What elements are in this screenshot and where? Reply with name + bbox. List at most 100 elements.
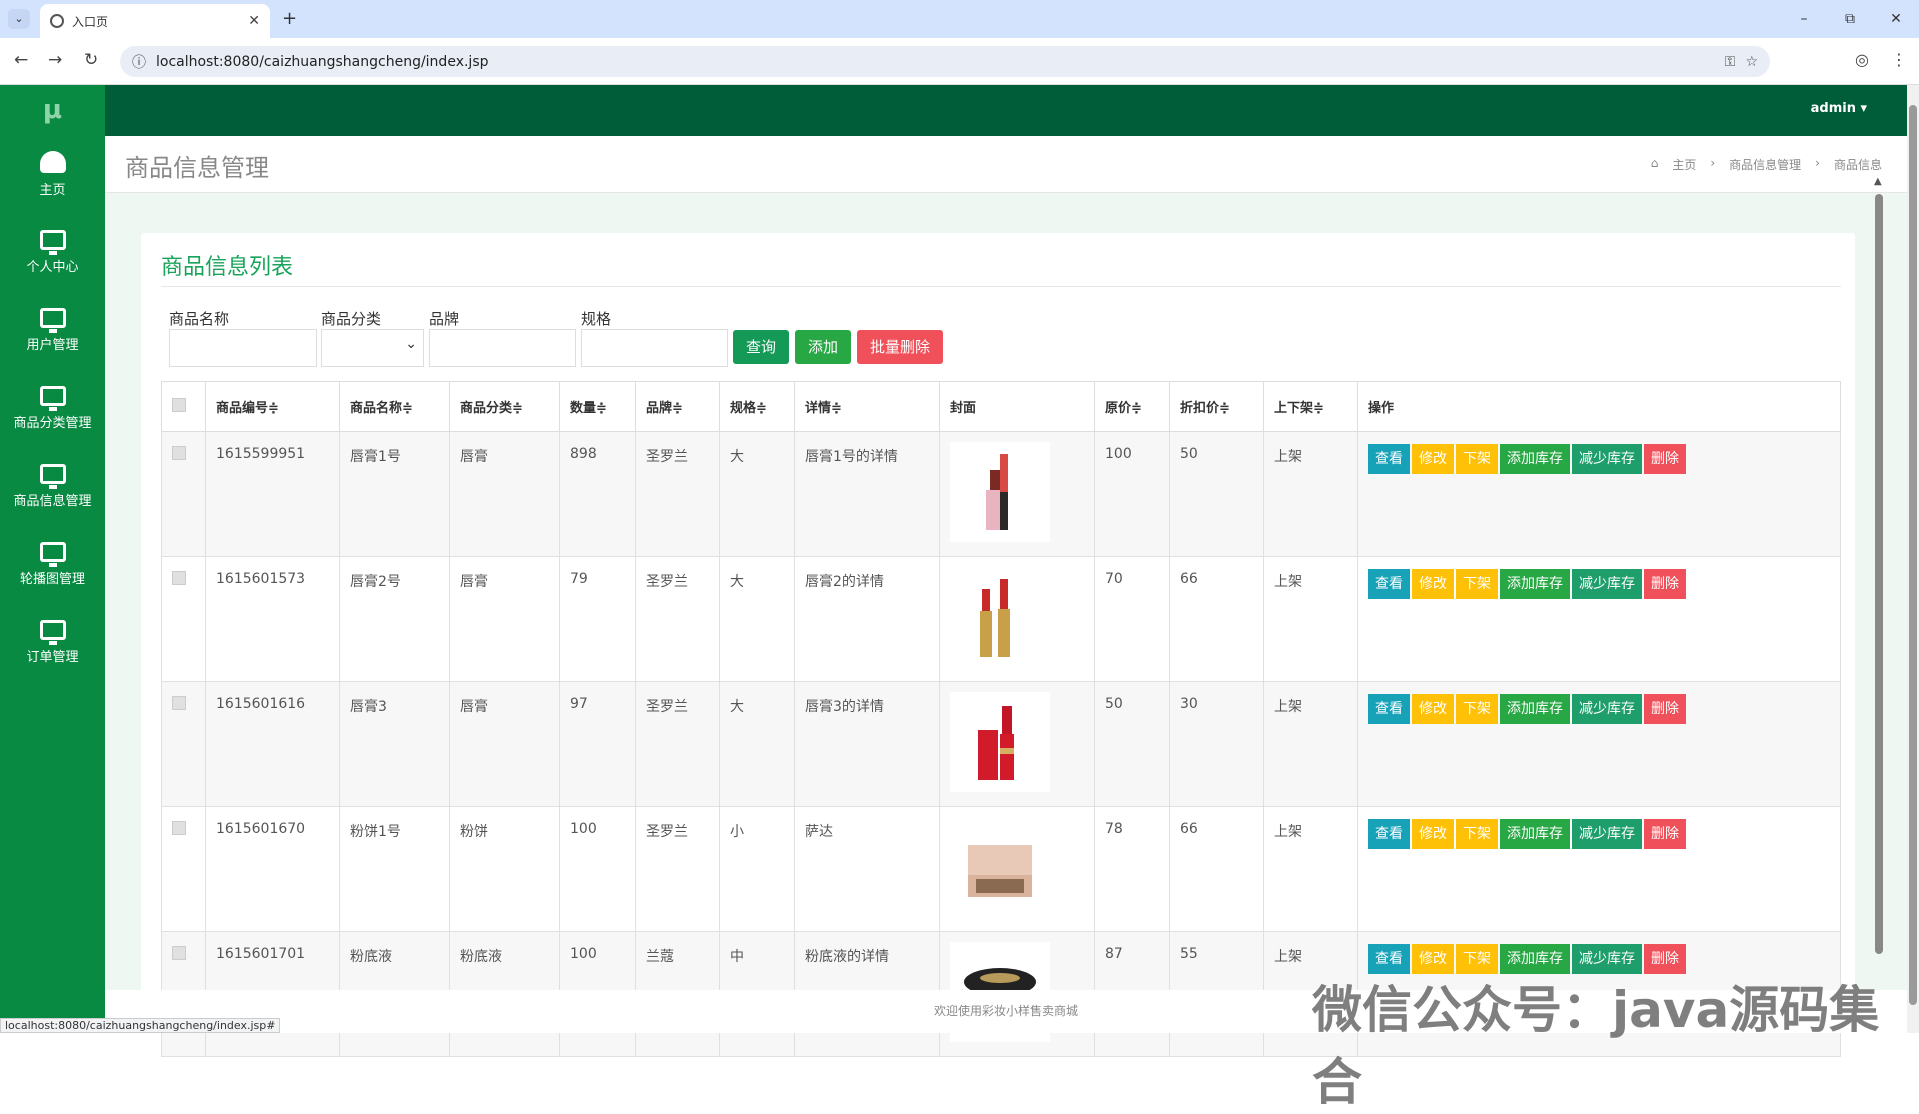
tab-close-icon[interactable]: ✕ <box>248 13 260 29</box>
cell-status: 上架 <box>1263 431 1358 557</box>
add-stock-button[interactable]: 添加库存 <box>1500 694 1570 724</box>
view-button[interactable]: 查看 <box>1368 444 1410 474</box>
tab-search-icon[interactable]: ⌄ <box>8 9 30 29</box>
view-button[interactable]: 查看 <box>1368 694 1410 724</box>
page-scrollbar[interactable] <box>1907 85 1919 1033</box>
menu-icon[interactable]: ⋮ <box>1891 50 1907 69</box>
cell-detail: 唇膏2的详情 <box>794 556 940 682</box>
delete-button[interactable]: 删除 <box>1644 694 1686 724</box>
close-window-button[interactable]: ✕ <box>1873 0 1919 38</box>
col-header[interactable]: 折扣价≑ <box>1169 381 1264 432</box>
col-header[interactable]: 商品分类≑ <box>449 381 560 432</box>
browser-tab[interactable]: 入口页 ✕ <box>40 4 270 38</box>
content-scrollbar[interactable]: ▲ <box>1872 176 1884 956</box>
sidebar-item-carousel[interactable]: 轮播图管理 <box>0 525 105 603</box>
reduce-stock-button[interactable]: 减少库存 <box>1572 569 1642 599</box>
batch-delete-button[interactable]: 批量删除 <box>857 330 943 364</box>
cell-brand: 圣罗兰 <box>635 556 720 682</box>
browser-right-icons: ◎ ⋮ <box>1855 50 1907 69</box>
view-button[interactable]: 查看 <box>1368 819 1410 849</box>
reduce-stock-button[interactable]: 减少库存 <box>1572 819 1642 849</box>
cell-status: 上架 <box>1263 556 1358 682</box>
back-icon[interactable]: ← <box>14 50 28 70</box>
powder-compact-image <box>950 817 1050 917</box>
omnibox[interactable]: ⓘ localhost:8080/caizhuangshangcheng/ind… <box>120 46 1770 77</box>
col-header[interactable]: 商品编号≑ <box>205 381 340 432</box>
tab-title: 入口页 <box>72 14 109 29</box>
lipstick-image <box>950 692 1050 792</box>
table-row: 1615601616 唇膏3 唇膏 97 圣罗兰 大 唇膏3的详情 50 30 … <box>161 681 1841 807</box>
view-button[interactable]: 查看 <box>1368 569 1410 599</box>
row-checkbox[interactable] <box>172 696 186 710</box>
brand-input[interactable] <box>429 329 576 367</box>
delete-button[interactable]: 删除 <box>1644 569 1686 599</box>
query-button[interactable]: 查询 <box>733 330 789 364</box>
col-header[interactable]: 数量≑ <box>559 381 636 432</box>
breadcrumb-section[interactable]: 商品信息管理 <box>1729 156 1801 173</box>
bookmark-star-icon[interactable]: ☆ <box>1745 54 1758 70</box>
name-input[interactable] <box>169 329 317 367</box>
site-info-icon[interactable]: ⓘ <box>132 52 146 72</box>
sidebar: μ 主页 个人中心 用户管理 商品分类管理 商品信息管理 轮播图管理 订单管理 <box>0 85 105 1033</box>
reduce-stock-button[interactable]: 减少库存 <box>1572 694 1642 724</box>
url-text[interactable]: localhost:8080/caizhuangshangcheng/index… <box>156 54 1715 70</box>
scroll-thumb[interactable] <box>1875 194 1883 954</box>
sidebar-item-label: 订单管理 <box>26 649 79 665</box>
sidebar-item-label: 主页 <box>39 182 66 198</box>
sidebar-item-products[interactable]: 商品信息管理 <box>0 447 105 525</box>
row-checkbox[interactable] <box>172 821 186 835</box>
cell-qty: 898 <box>559 431 636 557</box>
edit-button[interactable]: 修改 <box>1412 694 1454 724</box>
col-header: 封面 <box>939 381 1095 432</box>
add-button[interactable]: 添加 <box>795 330 851 364</box>
minimize-button[interactable]: – <box>1781 0 1827 38</box>
col-header[interactable]: 详情≑ <box>794 381 940 432</box>
page-scroll-thumb[interactable] <box>1909 105 1917 1005</box>
off-shelf-button[interactable]: 下架 <box>1456 444 1498 474</box>
row-checkbox[interactable] <box>172 446 186 460</box>
key-icon[interactable]: ⚿ <box>1725 54 1736 70</box>
spec-input[interactable] <box>581 329 728 367</box>
sidebar-item-home[interactable]: 主页 <box>0 135 105 213</box>
edit-button[interactable]: 修改 <box>1412 444 1454 474</box>
delete-button[interactable]: 删除 <box>1644 444 1686 474</box>
add-stock-button[interactable]: 添加库存 <box>1500 819 1570 849</box>
cell-price: 50 <box>1094 681 1170 807</box>
col-header[interactable]: 规格≑ <box>719 381 795 432</box>
user-menu[interactable]: admin ▾ <box>1811 101 1867 116</box>
row-checkbox[interactable] <box>172 571 186 585</box>
col-header[interactable]: 品牌≑ <box>635 381 720 432</box>
restore-button[interactable]: ⧉ <box>1827 0 1873 38</box>
category-select[interactable] <box>321 329 424 367</box>
new-tab-button[interactable]: + <box>282 8 297 29</box>
off-shelf-button[interactable]: 下架 <box>1456 694 1498 724</box>
forward-icon[interactable]: → <box>48 50 62 70</box>
delete-button[interactable]: 删除 <box>1644 819 1686 849</box>
breadcrumb-home[interactable]: 主页 <box>1672 156 1696 173</box>
window-controls: – ⧉ ✕ <box>1781 0 1919 38</box>
reduce-stock-button[interactable]: 减少库存 <box>1572 444 1642 474</box>
reload-icon[interactable]: ↻ <box>84 50 98 70</box>
col-header[interactable]: 原价≑ <box>1094 381 1170 432</box>
off-shelf-button[interactable]: 下架 <box>1456 569 1498 599</box>
profile-icon[interactable]: ◎ <box>1855 50 1869 69</box>
cell-price: 70 <box>1094 556 1170 682</box>
add-stock-button[interactable]: 添加库存 <box>1500 444 1570 474</box>
col-header[interactable]: 上下架≑ <box>1263 381 1358 432</box>
scroll-up-icon[interactable]: ▲ <box>1874 176 1882 187</box>
col-header[interactable]: 商品名称≑ <box>339 381 450 432</box>
sidebar-item-categories[interactable]: 商品分类管理 <box>0 369 105 447</box>
cell-category: 唇膏 <box>449 681 560 807</box>
edit-button[interactable]: 修改 <box>1412 819 1454 849</box>
lipstick-image <box>950 442 1050 542</box>
sidebar-item-profile[interactable]: 个人中心 <box>0 213 105 291</box>
monitor-icon <box>39 307 66 333</box>
off-shelf-button[interactable]: 下架 <box>1456 819 1498 849</box>
sidebar-item-orders[interactable]: 订单管理 <box>0 603 105 681</box>
monitor-icon <box>39 385 66 411</box>
sidebar-item-users[interactable]: 用户管理 <box>0 291 105 369</box>
edit-button[interactable]: 修改 <box>1412 569 1454 599</box>
row-checkbox[interactable] <box>172 946 186 960</box>
add-stock-button[interactable]: 添加库存 <box>1500 569 1570 599</box>
select-all-checkbox[interactable] <box>172 397 186 412</box>
